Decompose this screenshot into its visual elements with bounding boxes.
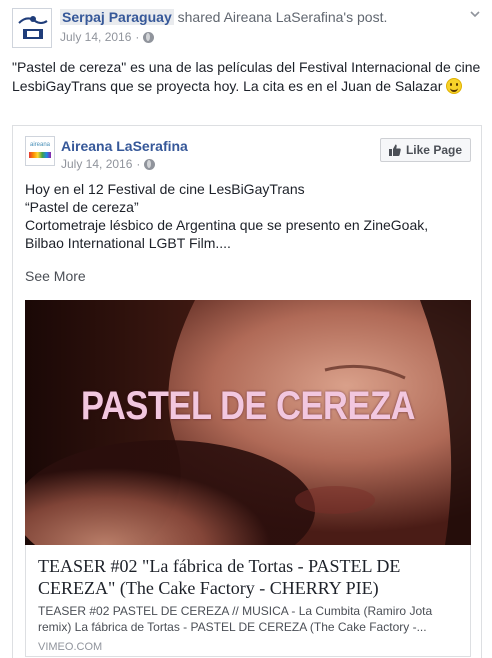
- post-header-text: Serpaj Paraguay shared Aireana LaSerafin…: [60, 8, 480, 45]
- shared-body-line: Bilbao International LGBT Film....: [25, 235, 231, 251]
- post-meta: July 14, 2016 ·: [60, 29, 480, 45]
- post-message-text: "Pastel de cereza" es una de las películ…: [12, 59, 481, 94]
- link-description: TEASER #02 PASTEL DE CEREZA // MUSICA - …: [38, 604, 433, 634]
- meta-separator: ·: [135, 30, 140, 44]
- post-attribution: Serpaj Paraguay shared Aireana LaSerafin…: [60, 8, 480, 26]
- shared-post-meta: July 14, 2016 ·: [61, 156, 156, 172]
- shared-post-date[interactable]: July 14, 2016: [61, 156, 132, 172]
- video-title-overlay: PASTEL DE CEREZA: [80, 384, 415, 428]
- original-poster-link[interactable]: Aireana LaSerafina's: [224, 9, 354, 25]
- shared-post-body: Hoy en el 12 Festival de cine LesBiGayTr…: [25, 180, 471, 252]
- shared-post-header: aireana Aireana LaSerafina July 14, 2016…: [25, 136, 471, 176]
- serpaj-logo-icon: [13, 9, 51, 47]
- link-domain: VIMEO.COM: [38, 641, 103, 653]
- thumbs-up-icon: [388, 144, 401, 156]
- shared-post-card: aireana Aireana LaSerafina July 14, 2016…: [12, 125, 482, 658]
- page-avatar[interactable]: [12, 8, 52, 48]
- globe-icon: [143, 31, 155, 43]
- shared-page-avatar[interactable]: aireana: [25, 136, 55, 166]
- link-preview[interactable]: TEASER #02 "La fábrica de Tortas - PASTE…: [25, 545, 471, 657]
- chevron-down-icon[interactable]: [468, 8, 482, 22]
- link-title[interactable]: TEASER #02 "La fábrica de Tortas - PASTE…: [38, 555, 462, 599]
- shared-meta-separator: ·: [136, 157, 141, 171]
- see-more-link[interactable]: See More: [25, 267, 86, 285]
- post-header: Serpaj Paraguay shared Aireana LaSerafin…: [12, 8, 482, 48]
- shared-page-name[interactable]: Aireana LaSerafina: [61, 138, 188, 154]
- action-text: shared: [177, 9, 221, 25]
- shared-avatar-text: aireana: [29, 142, 50, 148]
- video-thumbnail[interactable]: PASTEL DE CEREZA: [25, 300, 471, 545]
- like-page-button[interactable]: Like Page: [379, 138, 471, 162]
- shared-globe-icon: [144, 158, 156, 170]
- shared-body-line: “Pastel de cereza”: [25, 199, 139, 215]
- post-word: post.: [357, 9, 388, 25]
- post-date[interactable]: July 14, 2016: [60, 29, 131, 45]
- post-message: "Pastel de cereza" es una de las películ…: [12, 58, 484, 96]
- shared-body-line: Cortometraje lésbico de Argentina que se…: [25, 217, 429, 233]
- smiley-emoji-icon: [446, 78, 463, 94]
- rainbow-bar-icon: [29, 152, 51, 158]
- author-link[interactable]: Serpaj Paraguay: [60, 9, 174, 25]
- shared-body-line: Hoy en el 12 Festival de cine LesBiGayTr…: [25, 181, 305, 197]
- like-page-label: Like Page: [405, 143, 462, 157]
